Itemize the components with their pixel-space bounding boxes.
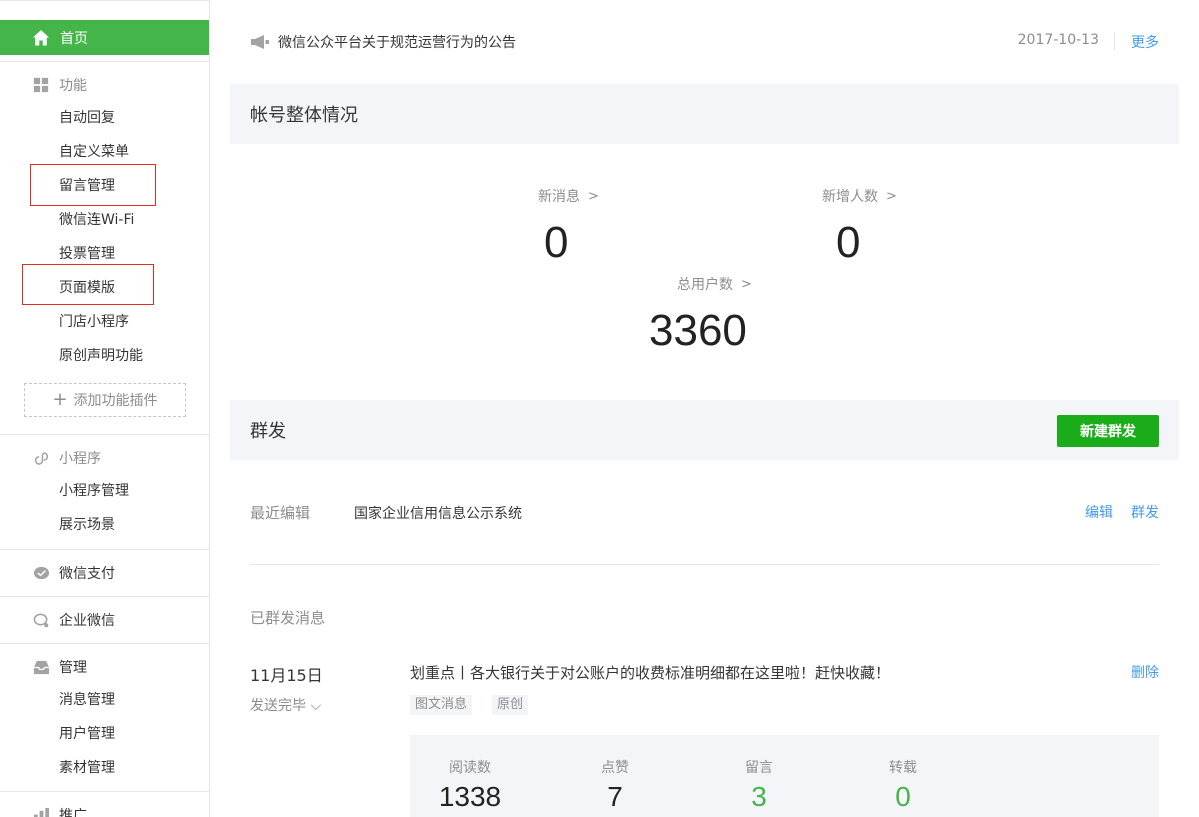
sidebar-item-vote[interactable]: 投票管理	[59, 243, 115, 265]
stat-label: 新增人数	[822, 189, 878, 205]
main-content: 微信公众平台关于规范运营行为的公告 2017-10-13 更多 帐号整体情况 新…	[230, 0, 1179, 817]
notice-link[interactable]: 微信公众平台关于规范运营行为的公告	[250, 30, 516, 54]
send-link[interactable]: 群发	[1131, 502, 1159, 522]
sidebar-item-scenes[interactable]: 展示场景	[59, 514, 115, 536]
section-label: 推广	[59, 808, 87, 817]
message-date: 11月15日	[250, 666, 323, 685]
sidebar-section-features: 功能	[0, 70, 87, 100]
metric-label-likes: 点赞	[601, 760, 629, 776]
edit-link[interactable]: 编辑	[1085, 502, 1113, 522]
sidebar-item-wifi[interactable]: 微信连Wi-Fi	[59, 209, 134, 231]
section-label: 微信支付	[59, 566, 115, 582]
status-label: 发送完毕	[250, 698, 306, 714]
sidebar-item-home[interactable]: 首页	[0, 20, 209, 55]
sidebar-item-custom-menu[interactable]: 自定义菜单	[59, 141, 129, 163]
link-icon	[32, 449, 50, 467]
sidebar-section-manage: 管理	[0, 652, 87, 682]
sidebar-item-label: 首页	[60, 30, 88, 47]
divider	[0, 434, 209, 435]
home-icon	[33, 29, 49, 45]
metric-value-reposts[interactable]: 0	[843, 781, 963, 813]
metric-label-comments: 留言	[745, 760, 773, 776]
message-metrics-panel: 阅读数 1338 点赞 7 留言 3 转载 0	[410, 735, 1159, 817]
message-status-dropdown[interactable]: 发送完毕 ⌵	[250, 695, 321, 715]
metric-value-comments[interactable]: 3	[699, 781, 819, 813]
add-plugin-button[interactable]: + 添加功能插件	[24, 383, 186, 417]
delete-link[interactable]: 删除	[1131, 662, 1159, 682]
grid-icon	[32, 76, 50, 94]
sidebar-item-store[interactable]: 门店小程序	[59, 311, 129, 333]
divider	[250, 564, 1159, 565]
highlight-box	[22, 264, 154, 305]
metric-value-reads: 1338	[438, 781, 502, 812]
divider	[1114, 32, 1115, 50]
notice-title: 微信公众平台关于规范运营行为的公告	[278, 35, 516, 51]
wechat-pay-icon	[32, 564, 50, 582]
stat-label: 新消息	[538, 189, 580, 205]
metric-label-reposts: 转载	[889, 760, 917, 776]
sidebar-section-miniprogram: 小程序	[0, 443, 101, 473]
inbox-icon	[32, 658, 50, 676]
divider	[0, 61, 209, 62]
sidebar-item-asset-manage[interactable]: 素材管理	[59, 757, 115, 779]
section-label: 小程序	[59, 451, 101, 467]
message-title[interactable]: 划重点丨各大银行关于对公账户的收费标准明细都在这里啦！赶快收藏！	[410, 662, 890, 683]
sidebar-item-mini-manage[interactable]: 小程序管理	[59, 480, 129, 502]
notice-date: 2017-10-13	[1017, 32, 1099, 48]
highlight-box	[30, 164, 156, 206]
divider	[0, 643, 209, 644]
tag-article: 图文消息	[410, 695, 473, 715]
total-users-link[interactable]: 总用户数 >	[677, 274, 752, 294]
divider	[0, 596, 209, 597]
metric-label-reads: 阅读数	[449, 760, 491, 776]
divider	[0, 549, 209, 550]
new-users-value: 0	[836, 218, 861, 267]
add-plugin-label: 添加功能插件	[73, 393, 158, 409]
chevron-down-icon: ⌵	[310, 698, 322, 714]
mass-send-heading: 群发	[230, 400, 1179, 460]
sidebar-section-promote: 推广	[0, 800, 87, 817]
sidebar-item-pay[interactable]: 微信支付	[0, 558, 115, 588]
plus-icon: +	[52, 389, 68, 410]
sidebar-item-user-manage[interactable]: 用户管理	[59, 723, 115, 745]
account-overview-heading: 帐号整体情况	[230, 84, 1179, 144]
sidebar-item-work-wechat[interactable]: 企业微信	[0, 605, 115, 635]
section-label: 管理	[59, 660, 87, 676]
section-label: 功能	[59, 78, 87, 94]
chevron-right-icon: >	[741, 276, 752, 292]
section-label: 企业微信	[59, 613, 115, 629]
stat-label: 总用户数	[677, 277, 733, 293]
new-messages-value: 0	[544, 218, 569, 267]
recent-edit-label: 最近编辑	[250, 504, 311, 522]
metric-value-likes: 7	[607, 781, 623, 812]
megaphone-icon	[251, 35, 269, 49]
chevron-right-icon: >	[588, 188, 599, 204]
new-users-link[interactable]: 新增人数 >	[822, 186, 897, 206]
notice-more-link[interactable]: 更多	[1131, 32, 1159, 52]
chevron-right-icon: >	[886, 188, 897, 204]
new-messages-link[interactable]: 新消息 >	[538, 186, 599, 206]
divider	[0, 791, 209, 792]
sidebar: 首页 功能 自动回复 自定义菜单 留言管理 微信连Wi-Fi 投票管理 页面模版…	[0, 0, 210, 817]
sidebar-item-auto-reply[interactable]: 自动回复	[59, 107, 115, 129]
sent-messages-label: 已群发消息	[250, 609, 326, 627]
promote-icon	[32, 806, 50, 817]
recent-edit-title[interactable]: 国家企业信用信息公示系统	[354, 503, 522, 523]
sidebar-item-msg-manage[interactable]: 消息管理	[59, 689, 115, 711]
chat-icon	[32, 611, 50, 629]
total-users-value: 3360	[649, 306, 747, 355]
tag-original: 原创	[492, 695, 529, 715]
new-mass-send-button[interactable]: 新建群发	[1057, 415, 1159, 447]
sidebar-item-original[interactable]: 原创声明功能	[59, 345, 143, 367]
